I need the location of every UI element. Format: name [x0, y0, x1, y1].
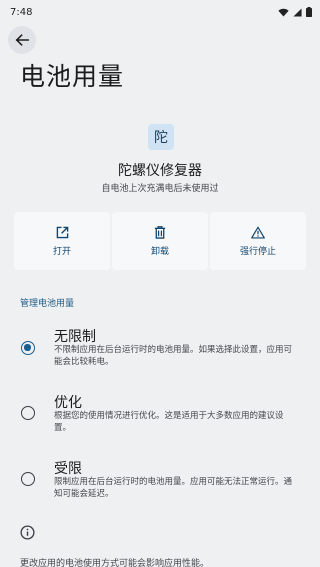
section-header-manage-battery: 管理电池用量	[20, 299, 75, 309]
radio-restricted[interactable]	[21, 472, 35, 486]
radio-unrestricted[interactable]	[21, 341, 35, 355]
force-stop-button-label: 强行停止	[239, 246, 276, 257]
status-icons	[278, 7, 312, 17]
force-stop-button[interactable]: 强行停止	[210, 212, 306, 270]
open-button[interactable]: 打开	[14, 212, 110, 270]
open-external-icon	[56, 226, 68, 238]
open-button-label: 打开	[52, 246, 71, 257]
uninstall-button-label: 卸载	[150, 246, 169, 257]
status-time: 7:48	[10, 6, 33, 18]
arrow-back-icon	[15, 34, 29, 46]
trash-icon	[154, 225, 166, 239]
wifi-icon	[278, 8, 289, 17]
option-title: 优化	[54, 395, 82, 411]
option-description: 限制应用在后台运行时的电池用量。应用可能无法正常运行。通知可能会延迟。	[54, 477, 293, 499]
app-name: 陀螺仪修复器	[118, 163, 202, 179]
option-optimized[interactable]: 优化 根据您的使用情况进行优化。这是适用于大多数应用的建议设置。	[0, 390, 320, 446]
option-description: 不限制应用在后台运行时的电池用量。如果选择此设置，应用可能会比较耗电。	[54, 345, 293, 367]
app-action-bar: 打开 卸载 强行停止	[14, 212, 306, 270]
option-description: 根据您的使用情况进行优化。这是适用于大多数应用的建议设置。	[54, 411, 284, 433]
option-unrestricted[interactable]: 无限制 不限制应用在后台运行时的电池用量。如果选择此设置，应用可能会比较耗电。	[0, 322, 320, 378]
radio-optimized[interactable]	[21, 406, 35, 420]
app-icon-letter: 陀	[154, 130, 168, 146]
battery-usage-note: 更改应用的电池使用方式可能会影响应用性能。	[20, 559, 210, 567]
cellular-signal-icon	[293, 7, 302, 17]
option-title: 受限	[54, 461, 82, 477]
info-icon	[20, 525, 35, 540]
back-button[interactable]	[8, 26, 36, 54]
app-icon: 陀	[148, 124, 174, 150]
battery-icon	[306, 7, 312, 17]
app-usage-summary: 自电池上次充满电后未使用过	[101, 184, 219, 194]
option-title: 无限制	[54, 329, 96, 345]
warning-icon	[251, 226, 265, 239]
option-restricted[interactable]: 受限 限制应用在后台运行时的电池用量。应用可能无法正常运行。通知可能会延迟。	[0, 456, 320, 512]
uninstall-button[interactable]: 卸载	[112, 212, 208, 270]
page-title: 电池用量	[20, 62, 125, 91]
status-bar: 7:48	[0, 0, 320, 24]
